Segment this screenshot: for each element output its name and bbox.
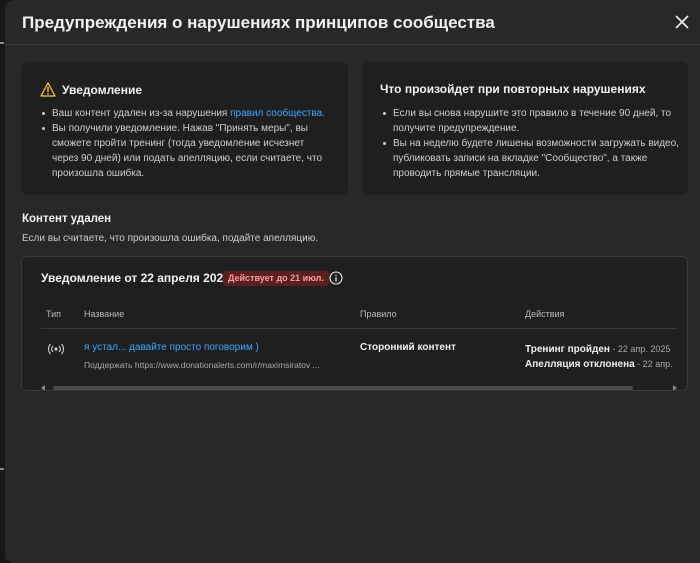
info-icon[interactable] (329, 271, 343, 285)
notice-item: Вы получили уведомление. Нажав "Принять … (42, 121, 332, 181)
repeat-item: Вы на неделю будете лишены возможности з… (383, 136, 683, 181)
background-mark (0, 468, 4, 470)
action-training-label: Тренинг пройден (525, 344, 610, 355)
content-removed-title: Контент удален (22, 213, 112, 225)
community-guidelines-link[interactable]: правил сообщества. (230, 108, 325, 119)
warning-icon (40, 82, 56, 97)
action-training-date: - 22 апр. 2025 г. (609, 344, 673, 354)
horizontal-scrollbar[interactable] (41, 385, 677, 390)
live-broadcast-icon (48, 343, 64, 355)
scrollbar-thumb[interactable] (53, 386, 633, 390)
scroll-right-icon[interactable] (673, 385, 677, 390)
action-appeal-date: - 22 апр. 2025 г. (637, 359, 673, 369)
repeat-list: Если вы снова нарушите это правило в теч… (380, 106, 683, 181)
repeat-violations-card: Что произойдет при повторных нарушениях … (362, 62, 688, 195)
notice-date-title: Уведомление от 22 апреля 2025 г. (41, 271, 241, 285)
scroll-left-icon[interactable] (41, 385, 45, 390)
column-name: Название (84, 309, 125, 319)
background-mark (0, 42, 4, 44)
header-divider (5, 44, 700, 45)
dialog-title: Предупреждения о нарушениях принципов со… (22, 13, 495, 32)
close-icon[interactable] (670, 10, 694, 34)
action-appeal: Апелляция отклонена - 22 апр. 2025 г. (525, 357, 673, 372)
repeat-item: Если вы снова нарушите это правило в теч… (383, 106, 683, 136)
video-description: Поддержать https://www.donationalerts.co… (84, 360, 320, 370)
action-training: Тренинг пройден - 22 апр. 2025 г. (525, 342, 673, 357)
repeat-card-title: Что произойдет при повторных нарушениях (380, 82, 646, 96)
column-actions: Действия (525, 309, 565, 319)
notice-item-text: Ваш контент удален из-за нарушения (52, 108, 231, 119)
action-appeal-label: Апелляция отклонена (525, 359, 635, 370)
column-rule: Правило (360, 309, 397, 319)
content-removed-subtitle: Если вы считаете, что произошла ошибка, … (22, 233, 318, 244)
strikes-dialog: Предупреждения о нарушениях принципов со… (5, 0, 700, 563)
notice-item: Ваш контент удален из-за нарушения прави… (42, 106, 332, 121)
column-type: Тип (46, 309, 62, 319)
notice-list: Ваш контент удален из-за нарушения прави… (39, 106, 332, 181)
video-title-link[interactable]: я устал... давайте просто поговорим ) (84, 342, 259, 353)
notice-card-title: Уведомление (62, 82, 143, 97)
violated-rule: Сторонний контент (360, 342, 456, 353)
actions-cell: Тренинг пройден - 22 апр. 2025 г. Апелля… (525, 342, 673, 372)
table-header-divider (41, 328, 677, 329)
strike-notice-card: Уведомление от 22 апреля 2025 г. Действу… (21, 256, 688, 391)
notice-card: Уведомление Ваш контент удален из-за нар… (21, 62, 348, 195)
status-badge: Действует до 21 июл. (223, 271, 329, 286)
